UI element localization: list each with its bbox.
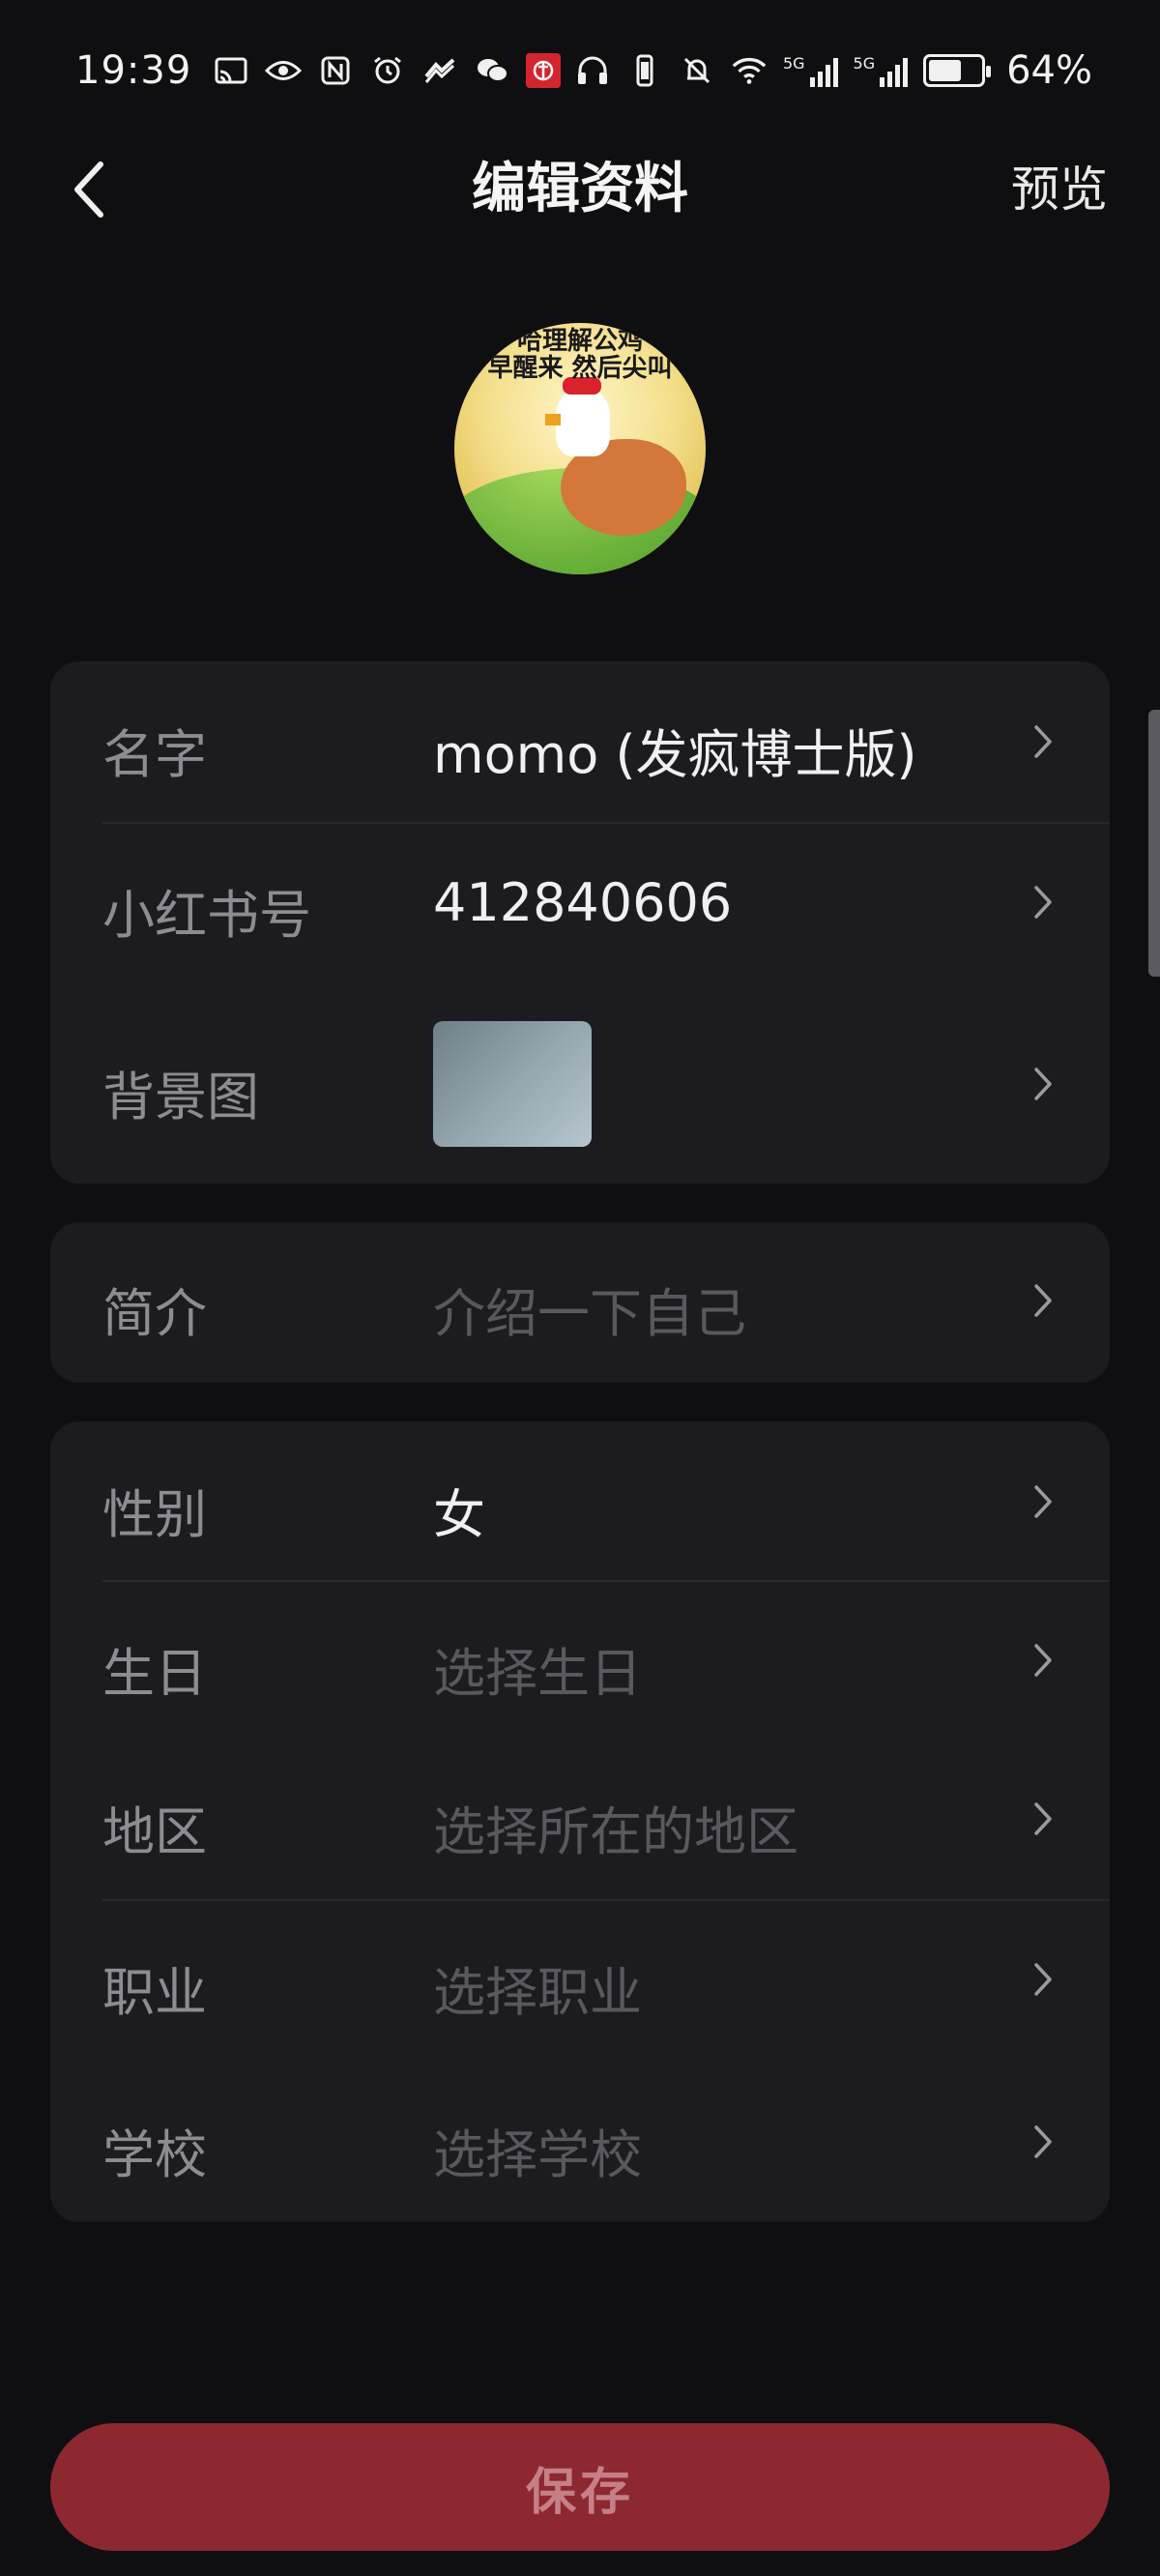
row-region[interactable]: 地区 选择所在的地区 xyxy=(50,1741,1110,1899)
status-bar-left: 19:39 xyxy=(75,48,562,93)
row-gender[interactable]: 性别 女 xyxy=(50,1421,1110,1580)
row-occupation[interactable]: 职业 选择职业 xyxy=(50,1901,1110,2060)
chevron-right-icon xyxy=(1029,1065,1058,1103)
profile-card: 名字 momo (发疯博士版) 小红书号 412840606 背景图 xyxy=(50,661,1110,1184)
edit-profile-screen: 19:39 5G 5G 64% 编辑资料 预览 哈理解公鸡 早醒来 然后尖叫 名… xyxy=(0,0,1160,2576)
chevron-right-icon xyxy=(1029,1960,1058,1999)
row-label: 地区 xyxy=(102,1801,207,1862)
row-label: 小红书号 xyxy=(102,885,311,946)
signal-5g-icon-2: 5G xyxy=(854,54,909,87)
vibrate-icon xyxy=(626,54,663,87)
gender-value: 女 xyxy=(433,1484,485,1545)
chevron-right-icon xyxy=(1029,1641,1058,1680)
status-bar: 19:39 5G 5G 64% xyxy=(0,0,1160,141)
chevron-right-icon xyxy=(1029,722,1058,761)
save-button[interactable]: 保存 xyxy=(50,2423,1110,2551)
row-bio[interactable]: 简介 介绍一下自己 xyxy=(50,1222,1110,1383)
xhs-id-value: 412840606 xyxy=(433,872,733,933)
row-label: 生日 xyxy=(102,1643,207,1704)
row-label: 简介 xyxy=(102,1283,207,1344)
scrollbar-thumb[interactable] xyxy=(1148,710,1160,977)
avatar-caption-line1: 哈理解公鸡 xyxy=(516,327,643,356)
birthday-placeholder: 选择生日 xyxy=(433,1643,642,1704)
occupation-placeholder: 选择职业 xyxy=(433,1962,642,2023)
headphones-icon xyxy=(574,54,611,87)
battery-icon xyxy=(923,54,992,87)
battery-level xyxy=(929,60,962,81)
nfc-icon xyxy=(317,54,354,87)
row-birthday[interactable]: 生日 选择生日 xyxy=(50,1582,1110,1741)
nav-header: 编辑资料 预览 xyxy=(0,141,1160,238)
battery-percent: 64% xyxy=(1006,48,1092,93)
network-type-label-2: 5G xyxy=(853,54,876,73)
status-time: 19:39 xyxy=(75,48,192,93)
row-name[interactable]: 名字 momo (发疯博士版) xyxy=(50,661,1110,822)
row-label: 背景图 xyxy=(102,1067,259,1127)
alarm-icon xyxy=(369,54,406,87)
mute-icon xyxy=(679,54,715,87)
name-value: momo (发疯博士版) xyxy=(433,724,917,785)
page-title: 编辑资料 xyxy=(472,158,688,220)
chevron-right-icon xyxy=(1029,1482,1058,1521)
wifi-icon xyxy=(731,54,768,87)
region-placeholder: 选择所在的地区 xyxy=(433,1801,798,1862)
school-placeholder: 选择学校 xyxy=(433,2124,642,2185)
avatar[interactable]: 哈理解公鸡 早醒来 然后尖叫 xyxy=(454,323,706,574)
cast-icon xyxy=(213,54,249,87)
chevron-right-icon xyxy=(1029,1800,1058,1838)
row-label: 性别 xyxy=(102,1484,207,1545)
row-xhs-id[interactable]: 小红书号 412840606 xyxy=(50,824,1110,984)
vpn-icon xyxy=(421,54,458,87)
avatar-hen-head xyxy=(556,389,610,456)
eye-icon xyxy=(265,54,303,87)
chevron-right-icon xyxy=(1029,883,1058,922)
details-card: 性别 女 生日 选择生日 地区 选择所在的地区 职业 选择职业 学校 选择学校 xyxy=(50,1421,1110,2222)
avatar-hen-beak xyxy=(545,414,561,425)
row-label: 名字 xyxy=(102,724,207,785)
row-background-image[interactable]: 背景图 xyxy=(50,984,1110,1184)
avatar-caption-line2: 早醒来 然后尖叫 xyxy=(487,354,673,383)
network-type-label: 5G xyxy=(782,54,805,73)
bio-placeholder: 介绍一下自己 xyxy=(433,1283,746,1344)
row-school[interactable]: 学校 选择学校 xyxy=(50,2060,1110,2222)
row-label: 职业 xyxy=(102,1962,207,2023)
bio-card: 简介 介绍一下自己 xyxy=(50,1222,1110,1383)
row-label: 学校 xyxy=(102,2124,207,2185)
status-bar-right: 5G 5G 64% xyxy=(574,48,1092,93)
chevron-right-icon xyxy=(1029,1281,1058,1320)
signal-5g-icon: 5G xyxy=(783,54,838,87)
background-image-thumbnail xyxy=(433,1021,592,1147)
metro-icon xyxy=(526,53,562,88)
wechat-icon xyxy=(474,54,510,87)
preview-button[interactable]: 预览 xyxy=(1011,141,1108,238)
chevron-right-icon xyxy=(1029,2122,1058,2161)
